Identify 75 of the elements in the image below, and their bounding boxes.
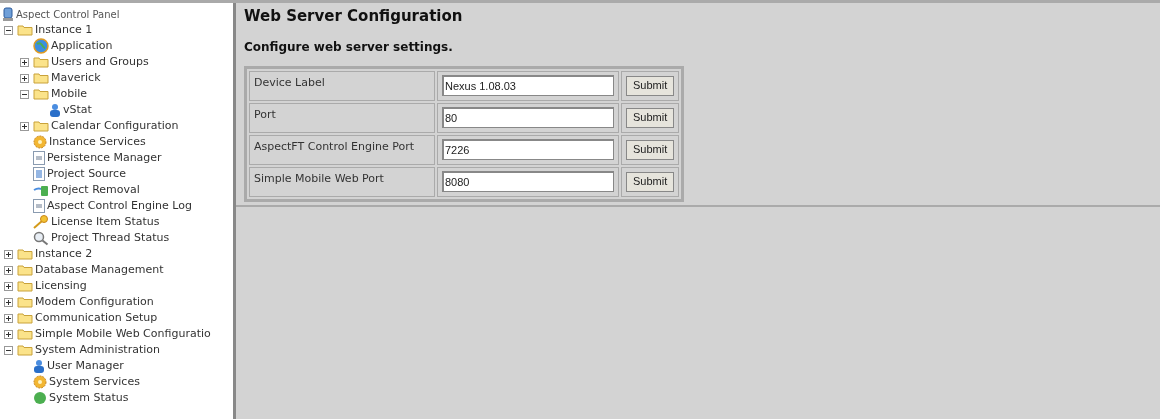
expand-toggle[interactable] bbox=[20, 121, 29, 131]
expand-toggle[interactable] bbox=[4, 249, 13, 259]
tree-item[interactable]: Licensing bbox=[35, 277, 87, 295]
gear-icon bbox=[33, 375, 47, 389]
folder-icon bbox=[17, 264, 33, 276]
input-field[interactable]: 7226 bbox=[442, 139, 614, 160]
setting-label: AspectFT Control Engine Port bbox=[249, 134, 435, 165]
submit-button[interactable]: Submit bbox=[626, 107, 675, 128]
tree-item[interactable]: Project Thread Status bbox=[51, 229, 170, 247]
expand-toggle[interactable] bbox=[4, 329, 13, 339]
tree-item[interactable]: Aspect Control Engine Log bbox=[47, 197, 192, 215]
folder-icon bbox=[33, 120, 49, 132]
expand-toggle[interactable] bbox=[20, 73, 29, 83]
setting-label: Simple Mobile Web Port bbox=[249, 166, 435, 197]
list-document-icon bbox=[33, 167, 45, 181]
folder-icon bbox=[17, 248, 33, 260]
input-field[interactable]: Nexus 1.08.03 bbox=[442, 75, 614, 96]
tree-item[interactable]: User Manager bbox=[47, 357, 124, 375]
setting-label: Port bbox=[249, 102, 435, 133]
submit-button[interactable]: Submit bbox=[626, 75, 675, 96]
status-icon bbox=[33, 391, 47, 405]
page-title: Web Server Configuration bbox=[244, 6, 464, 27]
tree-item[interactable]: License Item Status bbox=[51, 213, 160, 231]
user-icon bbox=[49, 102, 61, 118]
expand-toggle[interactable] bbox=[4, 297, 13, 307]
folder-icon bbox=[17, 328, 33, 340]
tree-item[interactable]: Instance 2 bbox=[35, 245, 93, 263]
tree-item[interactable]: System Status bbox=[49, 389, 129, 407]
expand-toggle[interactable] bbox=[4, 313, 13, 323]
tree-item[interactable]: System Services bbox=[49, 373, 140, 391]
page-subtitle: Configure web server settings. bbox=[244, 38, 454, 56]
tree-item[interactable]: Simple Mobile Web Configuratio bbox=[35, 325, 211, 343]
folder-icon bbox=[17, 296, 33, 308]
collapse-toggle[interactable] bbox=[4, 345, 13, 355]
folder-icon bbox=[33, 56, 49, 68]
collapse-toggle[interactable] bbox=[4, 25, 13, 35]
tree-item[interactable]: Project Removal bbox=[51, 181, 140, 199]
tree-item[interactable]: vStat bbox=[63, 101, 92, 119]
folder-icon bbox=[33, 72, 49, 84]
user-icon bbox=[33, 358, 45, 374]
expand-toggle[interactable] bbox=[4, 281, 13, 291]
tree-item[interactable]: Calendar Configuration bbox=[51, 117, 179, 135]
document-icon bbox=[33, 199, 45, 213]
tree-item[interactable]: Communication Setup bbox=[35, 309, 158, 327]
collapse-toggle[interactable] bbox=[20, 89, 29, 99]
setting-label: Device Label bbox=[249, 70, 435, 101]
expand-toggle[interactable] bbox=[20, 57, 29, 67]
magnifier-icon bbox=[33, 230, 49, 246]
tree-item[interactable]: Modem Configuration bbox=[35, 293, 154, 311]
input-field[interactable]: 80 bbox=[442, 107, 614, 128]
tree-item[interactable]: Instance 1 bbox=[35, 21, 93, 39]
submit-button[interactable]: Submit bbox=[626, 139, 675, 160]
folder-icon bbox=[33, 88, 49, 100]
tree-item[interactable]: Persistence Manager bbox=[47, 149, 162, 167]
document-icon bbox=[33, 151, 45, 165]
tree-item[interactable]: Maverick bbox=[51, 69, 101, 87]
folder-icon bbox=[17, 280, 33, 292]
key-icon bbox=[33, 215, 49, 229]
tree-item[interactable]: Users and Groups bbox=[51, 53, 149, 71]
tree-item[interactable]: Database Management bbox=[35, 261, 164, 279]
tree-item[interactable]: Instance Services bbox=[49, 133, 146, 151]
folder-icon bbox=[17, 344, 33, 356]
tree-item[interactable]: Mobile bbox=[51, 85, 88, 103]
globe-icon bbox=[33, 38, 49, 54]
tree-item[interactable]: Application bbox=[51, 37, 113, 55]
tree-item[interactable]: Project Source bbox=[47, 165, 126, 183]
computer-icon bbox=[2, 6, 14, 22]
folder-icon bbox=[17, 24, 33, 36]
gear-icon bbox=[33, 135, 47, 149]
tree-item[interactable]: Aspect Control Panel bbox=[16, 6, 120, 22]
folder-icon bbox=[17, 312, 33, 324]
submit-button[interactable]: Submit bbox=[626, 171, 675, 192]
input-field[interactable]: 8080 bbox=[442, 171, 614, 192]
expand-toggle[interactable] bbox=[4, 265, 13, 275]
tree-item[interactable]: System Administration bbox=[35, 341, 160, 359]
